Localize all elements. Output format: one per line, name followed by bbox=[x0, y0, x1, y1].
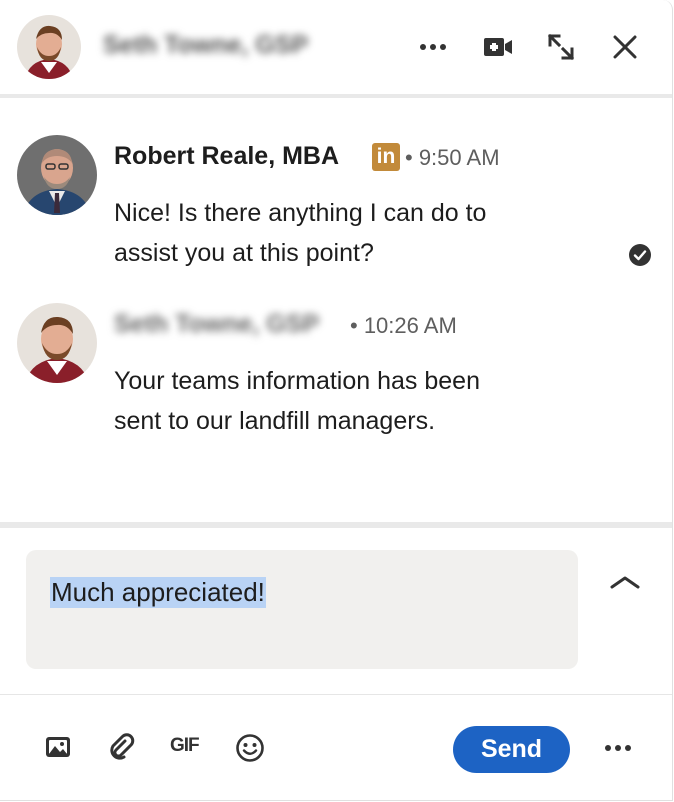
send-button[interactable]: Send bbox=[453, 726, 570, 773]
sender-avatar[interactable] bbox=[17, 135, 97, 215]
contact-avatar[interactable] bbox=[17, 15, 81, 79]
more-options-icon[interactable] bbox=[418, 34, 450, 60]
message-line: sent to our landfill managers. bbox=[114, 407, 436, 435]
message-compose-box[interactable]: Much appreciated! bbox=[26, 550, 578, 669]
message-sender[interactable]: Seth Towne, GSP bbox=[114, 310, 319, 339]
message-body: Nice! Is there anything I can do to assi… bbox=[114, 193, 486, 273]
image-icon[interactable] bbox=[43, 733, 73, 761]
paperclip-icon[interactable] bbox=[106, 731, 138, 763]
message-timestamp: • 10:26 AM bbox=[350, 313, 457, 338]
message-sender[interactable]: Robert Reale, MBA bbox=[114, 142, 339, 171]
expand-icon[interactable] bbox=[544, 30, 578, 64]
emoji-icon[interactable] bbox=[234, 732, 266, 764]
message-line: Nice! Is there anything I can do to bbox=[114, 199, 487, 227]
toolbar-separator bbox=[0, 694, 672, 695]
sender-avatar[interactable] bbox=[17, 303, 97, 383]
chevron-up-icon[interactable] bbox=[608, 570, 642, 594]
message-line: assist you at this point? bbox=[114, 239, 374, 267]
conversation-header: Seth Towne, GSP bbox=[0, 0, 672, 98]
message-timestamp: • 9:50 AM bbox=[405, 145, 500, 170]
compose-divider bbox=[0, 522, 672, 528]
video-call-icon[interactable] bbox=[481, 33, 515, 61]
messaging-window: Seth Towne, GSP Robert Reale, MBA in • 9… bbox=[0, 0, 673, 801]
linkedin-premium-badge: in bbox=[372, 143, 400, 171]
read-receipt-check-icon bbox=[628, 243, 652, 267]
compose-input-text[interactable]: Much appreciated! bbox=[50, 577, 266, 608]
message-line: Your teams information has been bbox=[114, 367, 480, 395]
message-body: Your teams information has been sent to … bbox=[114, 361, 480, 441]
contact-name[interactable]: Seth Towne, GSP bbox=[103, 31, 308, 60]
more-options-icon[interactable] bbox=[603, 739, 635, 757]
gif-icon[interactable]: GIF bbox=[170, 735, 200, 757]
close-icon[interactable] bbox=[609, 31, 641, 63]
message-list: Robert Reale, MBA in • 9:50 AM Nice! Is … bbox=[0, 98, 672, 522]
